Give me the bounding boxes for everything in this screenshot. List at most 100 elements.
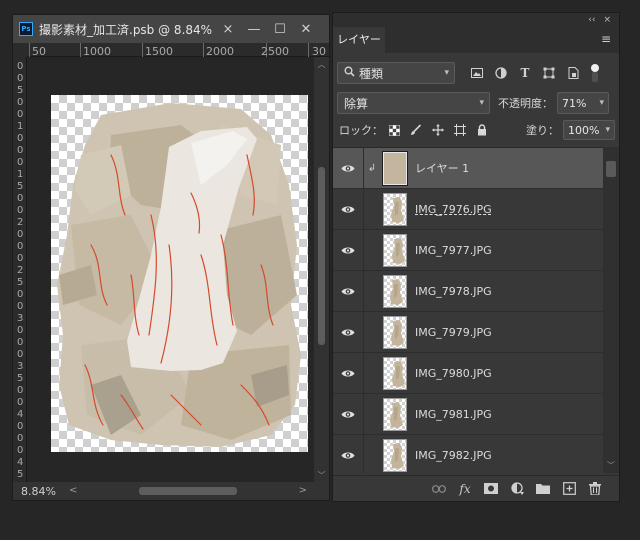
scroll-down-arrow[interactable]: ﹀ xyxy=(314,470,329,480)
lock-artboard-icon[interactable] xyxy=(449,120,471,140)
close-window-icon[interactable]: ✕ xyxy=(293,15,319,43)
layer-name[interactable]: IMG_7977.JPG xyxy=(415,244,492,257)
ruler-digit: 0 xyxy=(17,397,24,408)
column-divider xyxy=(363,188,364,230)
document-titlebar[interactable]: Ps 撮影素材_加工済.psb @ 8.84% (... × — ☐ ✕ xyxy=(13,15,329,43)
chevron-down-icon[interactable]: ▾ xyxy=(599,98,604,108)
layer-name[interactable]: IMG_7979.JPG xyxy=(415,326,492,339)
type-filter-icon[interactable]: T xyxy=(513,62,537,84)
filter-toggle-switch[interactable] xyxy=(591,62,599,84)
scroll-down-arrow[interactable]: ﹀ xyxy=(603,460,619,471)
scroll-left-arrow[interactable]: < xyxy=(69,485,77,496)
vertical-scroll-thumb[interactable] xyxy=(318,167,325,345)
layer-name[interactable]: IMG_7980.JPG xyxy=(415,367,492,380)
fx-icon[interactable]: fx xyxy=(455,479,475,499)
ruler-digit: 1 xyxy=(17,121,24,132)
layer-name[interactable]: IMG_7978.JPG xyxy=(415,285,492,298)
visibility-eye-icon[interactable] xyxy=(333,164,363,173)
blend-mode-select[interactable]: 除算 ▾ xyxy=(337,92,490,114)
layer-thumbnail[interactable] xyxy=(383,397,407,431)
horizontal-ruler[interactable]: 50 1000 1500 2000 2500 30 xyxy=(27,43,329,58)
ruler-digit: 0 xyxy=(17,229,24,240)
fill-value: 100% xyxy=(568,123,600,137)
layers-scrollbar[interactable]: ﹀ xyxy=(603,147,619,473)
lock-all-icon[interactable] xyxy=(471,120,493,140)
filter-kind-select[interactable]: 種類 ▾ xyxy=(337,62,455,84)
visibility-eye-icon[interactable] xyxy=(333,287,363,296)
ruler-tick xyxy=(29,43,30,57)
ruler-digit: 0 xyxy=(17,349,24,360)
layer-name[interactable]: IMG_7981.JPG xyxy=(415,408,492,421)
new-layer-icon[interactable] xyxy=(559,479,579,499)
adjustment-filter-icon[interactable] xyxy=(489,62,513,84)
link-layers-icon[interactable] xyxy=(429,479,449,499)
close-panel-icon[interactable]: × xyxy=(603,15,611,25)
layers-scroll-thumb[interactable] xyxy=(606,161,616,177)
chevron-down-icon[interactable]: ▾ xyxy=(605,125,610,135)
fill-field[interactable]: 100% ▾ xyxy=(563,120,615,140)
horizontal-scrollbar[interactable]: < > xyxy=(69,482,313,500)
group-folder-icon[interactable] xyxy=(533,479,553,499)
column-divider xyxy=(363,393,364,435)
ruler-digit: 2 xyxy=(17,265,24,276)
tab-layers[interactable]: レイヤー xyxy=(333,27,385,53)
maximize-icon[interactable]: ☐ xyxy=(267,15,293,43)
column-divider xyxy=(363,229,364,271)
column-divider xyxy=(363,434,364,473)
document-status-bar: 8.84% < > xyxy=(13,482,329,500)
ruler-digit: 0 xyxy=(17,205,24,216)
trash-icon[interactable] xyxy=(585,479,605,499)
layer-thumbnail[interactable] xyxy=(383,438,407,472)
scroll-right-arrow[interactable]: > xyxy=(299,485,307,496)
layer-thumbnail[interactable] xyxy=(383,274,407,308)
smart-object-filter-icon[interactable] xyxy=(561,62,585,84)
layer-row[interactable]: IMG_7978.JPG xyxy=(333,270,603,312)
ruler-digit: 4 xyxy=(17,409,24,420)
ruler-tick xyxy=(308,43,309,57)
opacity-field[interactable]: 71% ▾ xyxy=(557,92,609,114)
layer-thumbnail[interactable] xyxy=(383,192,407,226)
layer-row[interactable]: IMG_7976.JPG xyxy=(333,188,603,230)
lock-position-icon[interactable] xyxy=(427,120,449,140)
ruler-digit: 0 xyxy=(17,421,24,432)
zoom-level[interactable]: 8.84% xyxy=(13,485,59,498)
ruler-digit: 2 xyxy=(17,217,24,228)
canvas-area[interactable] xyxy=(27,57,314,482)
layer-row[interactable]: IMG_7977.JPG xyxy=(333,229,603,271)
layer-row[interactable]: IMG_7982.JPG xyxy=(333,434,603,473)
minimize-icon[interactable]: — xyxy=(241,15,267,43)
layer-name[interactable]: レイヤー 1 xyxy=(415,160,469,176)
visibility-eye-icon[interactable] xyxy=(333,369,363,378)
shape-filter-icon[interactable] xyxy=(537,62,561,84)
collage-artwork xyxy=(57,103,301,447)
layer-row[interactable]: IMG_7980.JPG xyxy=(333,352,603,394)
ruler-corner[interactable] xyxy=(13,43,27,57)
visibility-eye-icon[interactable] xyxy=(333,205,363,214)
visibility-eye-icon[interactable] xyxy=(333,410,363,419)
image-filter-icon[interactable] xyxy=(465,62,489,84)
panel-menu-icon[interactable]: ≡ xyxy=(601,32,611,46)
layer-row[interactable]: ↲ レイヤー 1 xyxy=(333,148,603,189)
visibility-eye-icon[interactable] xyxy=(333,328,363,337)
lock-image-icon[interactable] xyxy=(405,120,427,140)
layer-thumbnail[interactable] xyxy=(383,315,407,349)
layer-thumbnail[interactable] xyxy=(382,150,408,186)
visibility-eye-icon[interactable] xyxy=(333,451,363,460)
layer-thumbnail[interactable] xyxy=(383,233,407,267)
layer-row[interactable]: IMG_7981.JPG xyxy=(333,393,603,435)
canvas-artwork[interactable] xyxy=(51,95,308,452)
layer-thumbnail[interactable] xyxy=(383,356,407,390)
mask-icon[interactable] xyxy=(481,479,501,499)
vertical-ruler[interactable]: 00500100015002000250030003500400045 xyxy=(13,57,27,482)
visibility-eye-icon[interactable] xyxy=(333,246,363,255)
horizontal-scroll-thumb[interactable] xyxy=(139,487,237,495)
collapse-panel-icon[interactable]: ‹‹ xyxy=(588,15,595,25)
adjustment-layer-icon[interactable] xyxy=(507,479,527,499)
scroll-up-arrow[interactable]: ︿ xyxy=(314,59,329,69)
layer-name[interactable]: IMG_7982.JPG xyxy=(415,449,492,462)
close-tab-icon[interactable]: × xyxy=(215,15,241,43)
vertical-scrollbar[interactable]: ︿ ﹀ xyxy=(314,57,329,482)
layer-row[interactable]: IMG_7979.JPG xyxy=(333,311,603,353)
layer-name[interactable]: IMG_7976.JPG xyxy=(415,203,492,216)
lock-transparent-icon[interactable] xyxy=(383,120,405,140)
